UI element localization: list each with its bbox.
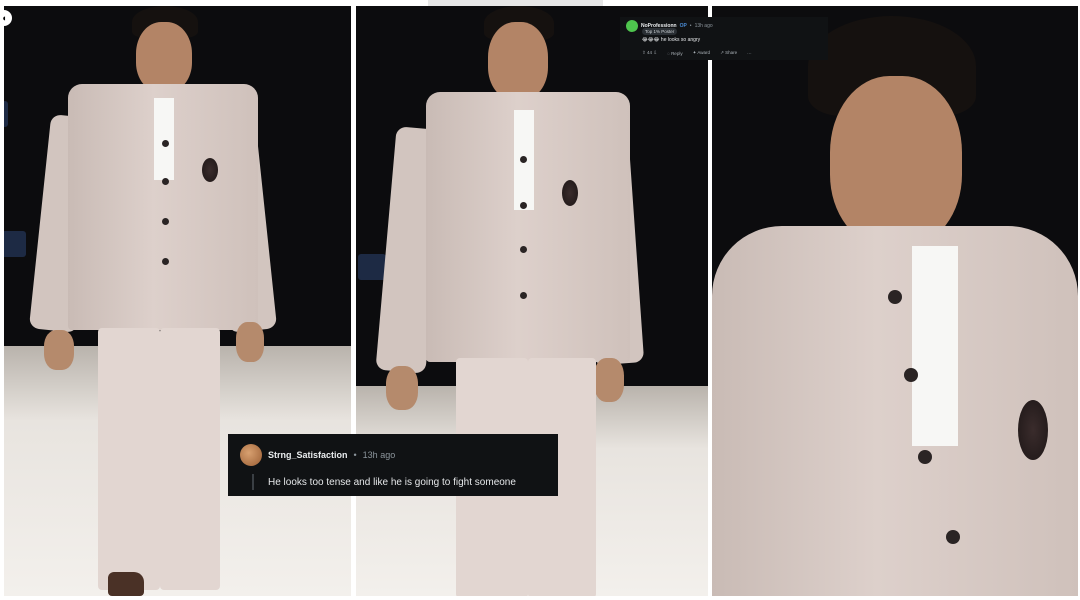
jacket-button xyxy=(162,218,169,225)
award-icon: ✦ xyxy=(692,50,697,55)
timestamp: 13h ago xyxy=(362,450,396,460)
more-options-button[interactable]: ··· xyxy=(747,51,752,56)
upvote-icon[interactable]: ⇧ xyxy=(642,50,646,55)
shoe xyxy=(108,572,144,596)
jacket-button xyxy=(520,292,527,299)
downvote-icon[interactable]: ⇩ xyxy=(653,50,657,55)
hand xyxy=(44,330,74,370)
share-button[interactable]: ↗ Share xyxy=(720,50,737,56)
jacket-button xyxy=(162,258,169,265)
backdrop-sign xyxy=(4,231,26,257)
jacket-button xyxy=(946,530,960,544)
reply-label: Reply xyxy=(671,50,683,56)
award-label: Award xyxy=(697,50,711,55)
separator: • xyxy=(353,450,357,460)
comment-card: Strng_Satisfaction • 13h ago He looks to… xyxy=(228,434,558,496)
vote-count: 44 xyxy=(647,50,653,55)
closeup-portrait-photo xyxy=(712,6,1078,596)
pocket-crest xyxy=(202,158,218,182)
separator: • xyxy=(689,23,692,29)
hand xyxy=(386,366,418,410)
hand xyxy=(236,322,264,362)
shirt xyxy=(154,98,174,180)
jacket-button xyxy=(888,290,902,304)
backdrop-sign xyxy=(358,254,386,280)
jacket-button xyxy=(904,368,918,382)
share-icon: ↗ xyxy=(720,50,724,55)
thread-line[interactable] xyxy=(252,474,254,490)
runway-full-length-photo xyxy=(4,6,351,596)
user-flair: Top 1% Poster xyxy=(642,28,678,35)
jacket-button xyxy=(520,202,527,209)
username[interactable]: Strng_Satisfaction xyxy=(268,450,348,460)
comment-text: 😂😂😂 he looks so angry xyxy=(642,37,700,43)
share-label: Share xyxy=(725,50,738,55)
jacket-button xyxy=(520,156,527,163)
reply-icon: ◌ xyxy=(667,50,670,56)
reply-card: NoProfessionn OP • 13h ago Top 1% Poster… xyxy=(620,17,828,60)
timestamp: 13h ago xyxy=(694,23,713,29)
jacket-button xyxy=(520,246,527,253)
model-head xyxy=(830,76,962,246)
emoji-group: 😂😂😂 xyxy=(642,37,660,43)
comment-actions: ⇧ 44 ⇩ ◌ Reply ✦ Award ↗ Share ··· xyxy=(642,50,752,56)
comment-header: Strng_Satisfaction • 13h ago xyxy=(240,444,546,466)
award-button[interactable]: ✦ Award xyxy=(693,50,710,56)
op-badge: OP xyxy=(679,23,687,29)
jacket-button xyxy=(918,450,932,464)
jacket-button xyxy=(162,140,169,147)
user-avatar[interactable] xyxy=(626,20,638,32)
model-head xyxy=(488,22,548,100)
user-avatar[interactable] xyxy=(240,444,262,466)
jacket-button xyxy=(162,178,169,185)
hand xyxy=(594,358,624,402)
comment-text-content: he looks so angry xyxy=(660,37,701,43)
trouser-leg xyxy=(160,328,220,590)
backdrop-sign xyxy=(4,101,8,127)
reply-button[interactable]: ◌ Reply xyxy=(667,51,682,56)
comment-text: He looks too tense and like he is going … xyxy=(268,477,516,488)
trouser-leg xyxy=(98,328,160,590)
pocket-crest xyxy=(562,180,578,206)
pocket-crest xyxy=(1018,400,1048,460)
shirt xyxy=(912,246,958,446)
runway-walk-photo xyxy=(356,6,708,596)
upvote-group[interactable]: ⇧ 44 ⇩ xyxy=(642,50,657,56)
model-head xyxy=(136,22,192,92)
